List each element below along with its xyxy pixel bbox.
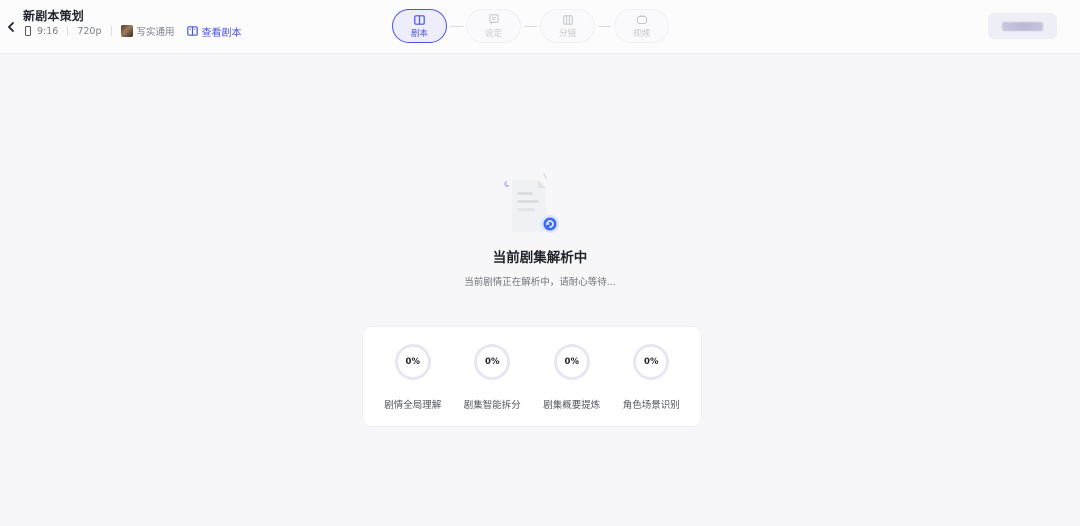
- project-meta: 9:16 720p 写实通用 查看剧本: [25, 24, 242, 39]
- divider: [67, 26, 69, 36]
- video-icon: [636, 14, 648, 26]
- step-label: 分镜: [558, 28, 576, 39]
- progress-card: 0% 剧情全局理解 0% 剧集智能拆分 0% 剧集概要提炼 0% 角色场景识别: [362, 326, 702, 427]
- step-label: 设定: [484, 28, 502, 39]
- aspect-ratio: 9:16: [37, 25, 59, 37]
- style-name: 写实通用: [136, 27, 175, 38]
- step-connector: [598, 25, 611, 27]
- project-title: 新剧本策划: [23, 9, 85, 23]
- progress-ring: 0%: [553, 344, 590, 380]
- progress-ring: 0%: [394, 344, 431, 380]
- progress-ring: 0%: [633, 344, 670, 380]
- step-connector: [450, 25, 463, 27]
- workflow-steps: 剧本 设定 分镜 视频: [392, 9, 669, 43]
- resolution: 720p: [77, 25, 102, 37]
- book-icon: [414, 14, 425, 26]
- task-label: 角色场景识别: [622, 400, 680, 411]
- status-subtext: 当前剧情正在解析中，请耐心等待...: [464, 277, 616, 288]
- style-thumbnail: [120, 25, 133, 37]
- step-connector: [524, 25, 537, 27]
- book-icon: [186, 26, 198, 36]
- task-label: 剧集智能拆分: [463, 400, 521, 411]
- settings-doc-icon: [488, 14, 499, 26]
- task-item: 0% 剧集智能拆分: [457, 327, 527, 426]
- progress-ring: 0%: [474, 344, 511, 380]
- step-script[interactable]: 剧本: [392, 9, 447, 43]
- user-name: user: [1002, 21, 1043, 31]
- task-item: 0% 剧集概要提炼: [537, 327, 607, 426]
- chevron-left-icon: [8, 22, 14, 32]
- view-script-label: 查看剧本: [201, 27, 242, 39]
- user-menu[interactable]: user: [988, 13, 1057, 39]
- divider: [110, 26, 112, 36]
- view-script-link[interactable]: 查看剧本: [186, 24, 242, 39]
- step-settings[interactable]: 设定: [466, 9, 521, 43]
- task-item: 0% 剧情全局理解: [378, 327, 448, 426]
- step-storyboard[interactable]: 分镜: [540, 9, 595, 43]
- task-label: 剧情全局理解: [384, 400, 442, 411]
- storyboard-icon: [562, 14, 573, 26]
- top-bar: 新剧本策划 9:16 720p 写实通用 查看剧本 剧本 设定 分镜 视频: [0, 0, 1080, 54]
- task-label: 剧集概要提炼: [543, 400, 601, 411]
- parsing-document-icon: [504, 173, 559, 233]
- status-heading: 当前剧集解析中: [492, 250, 588, 266]
- phone-icon: [25, 26, 31, 36]
- step-label: 视频: [632, 28, 650, 39]
- back-button[interactable]: [3, 19, 19, 35]
- step-label: 剧本: [410, 28, 428, 39]
- step-video[interactable]: 视频: [614, 9, 669, 43]
- task-item: 0% 角色场景识别: [616, 327, 686, 426]
